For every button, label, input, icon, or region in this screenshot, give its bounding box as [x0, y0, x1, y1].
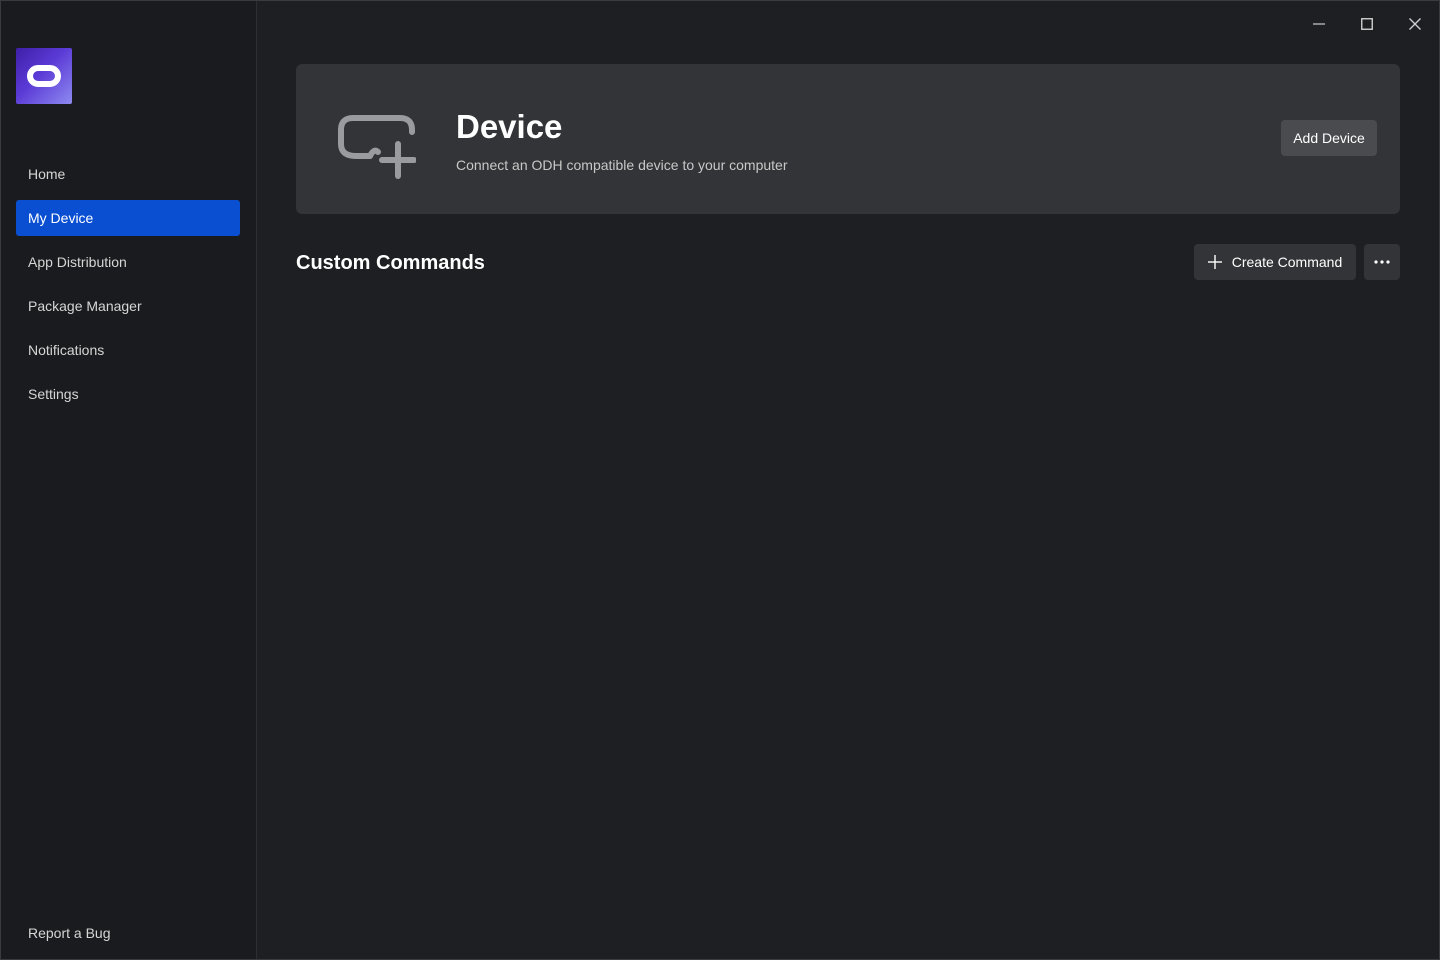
sidebar: Home My Device App Distribution Package … — [1, 1, 257, 959]
sidebar-item-my-device[interactable]: My Device — [16, 200, 240, 236]
sidebar-item-label: My Device — [28, 210, 94, 226]
close-button[interactable] — [1391, 1, 1439, 47]
sidebar-item-label: Settings — [28, 386, 79, 402]
sidebar-item-settings[interactable]: Settings — [16, 376, 240, 412]
minimize-button[interactable] — [1295, 1, 1343, 47]
sidebar-item-home[interactable]: Home — [16, 156, 240, 192]
sidebar-item-label: Package Manager — [28, 298, 142, 314]
add-device-button[interactable]: Add Device — [1281, 120, 1377, 156]
sidebar-item-label: Home — [28, 166, 66, 182]
device-title: Device — [456, 108, 563, 145]
app-window: Home My Device App Distribution Package … — [0, 0, 1440, 960]
maximize-button[interactable] — [1343, 1, 1391, 47]
device-card: Device Connect an ODH compatible device … — [296, 64, 1400, 214]
sidebar-item-label: App Distribution — [28, 254, 127, 270]
more-options-button[interactable] — [1364, 244, 1400, 280]
custom-commands-title: Custom Commands — [296, 252, 485, 274]
close-icon — [1409, 18, 1421, 30]
more-horizontal-icon — [1374, 260, 1390, 264]
sidebar-item-package-manager[interactable]: Package Manager — [16, 288, 240, 324]
plus-icon — [1207, 255, 1222, 269]
sidebar-item-app-distribution[interactable]: App Distribution — [16, 244, 240, 280]
create-command-label: Create Command — [1231, 254, 1343, 270]
device-subtitle: Connect an ODH compatible device to your… — [456, 157, 788, 173]
create-command-button[interactable]: Create Command — [1194, 244, 1356, 280]
maximize-icon — [1361, 18, 1373, 30]
sidebar-item-label: Notifications — [28, 342, 105, 358]
headset-add-icon — [338, 115, 416, 179]
sidebar-item-notifications[interactable]: Notifications — [16, 332, 240, 368]
report-bug-link[interactable]: Report a Bug — [28, 925, 111, 941]
window-controls — [1295, 1, 1439, 47]
minimize-icon — [1313, 23, 1325, 25]
oculus-logo-icon — [16, 48, 72, 104]
sidebar-nav: Home My Device App Distribution Package … — [16, 156, 240, 420]
